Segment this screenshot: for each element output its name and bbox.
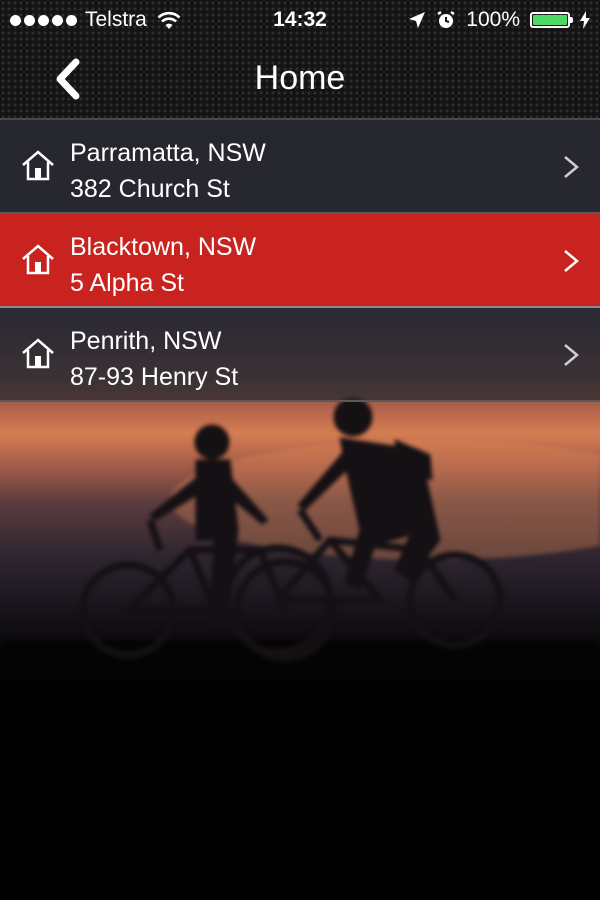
location-street: 87-93 Henry St [70, 363, 239, 391]
alarm-icon [437, 11, 455, 28]
charging-bolt-icon [580, 11, 590, 29]
navigation-bar: Home [0, 40, 600, 118]
status-bar: Telstra 14:32 100% [0, 0, 600, 40]
location-row-penrith[interactable]: Penrith, NSW 87-93 Henry St [0, 308, 600, 402]
location-arrow-icon [409, 12, 426, 28]
home-icon [22, 244, 54, 275]
location-row-blacktown[interactable]: Blacktown, NSW 5 Alpha St [0, 214, 600, 308]
location-street: 382 Church St [70, 175, 230, 203]
location-city: Blacktown, NSW [70, 233, 257, 261]
location-city: Parramatta, NSW [70, 139, 266, 167]
chevron-right-icon [564, 250, 579, 272]
location-list: Parramatta, NSW 382 Church St Blacktown,… [0, 120, 600, 402]
page-title: Home [254, 59, 346, 97]
chevron-right-icon [564, 156, 579, 178]
chevron-right-icon [564, 344, 579, 366]
header: Telstra 14:32 100% Home [0, 0, 600, 120]
location-street: 5 Alpha St [70, 269, 184, 297]
location-row-parramatta[interactable]: Parramatta, NSW 382 Church St [0, 120, 600, 214]
battery-percentage: 100% [466, 8, 520, 31]
status-right: 100% [408, 0, 590, 40]
location-city: Penrith, NSW [70, 327, 222, 355]
home-icon [22, 150, 54, 181]
home-icon [22, 338, 54, 369]
battery-icon [530, 12, 573, 28]
